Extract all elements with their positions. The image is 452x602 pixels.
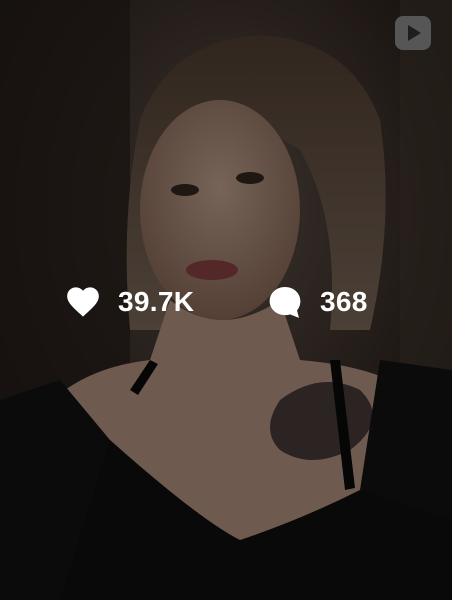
likes-stat[interactable]: 39.7K [64, 280, 194, 324]
heart-icon [64, 283, 102, 321]
post-tile[interactable]: 39.7K 368 [0, 0, 452, 600]
comment-bubble-icon [266, 283, 304, 321]
comments-stat[interactable]: 368 [266, 280, 368, 324]
likes-count: 39.7K [118, 286, 195, 317]
reel-play-icon [394, 15, 432, 51]
comments-count: 368 [320, 286, 368, 317]
engagement-stats: 39.7K 368 [0, 280, 452, 324]
